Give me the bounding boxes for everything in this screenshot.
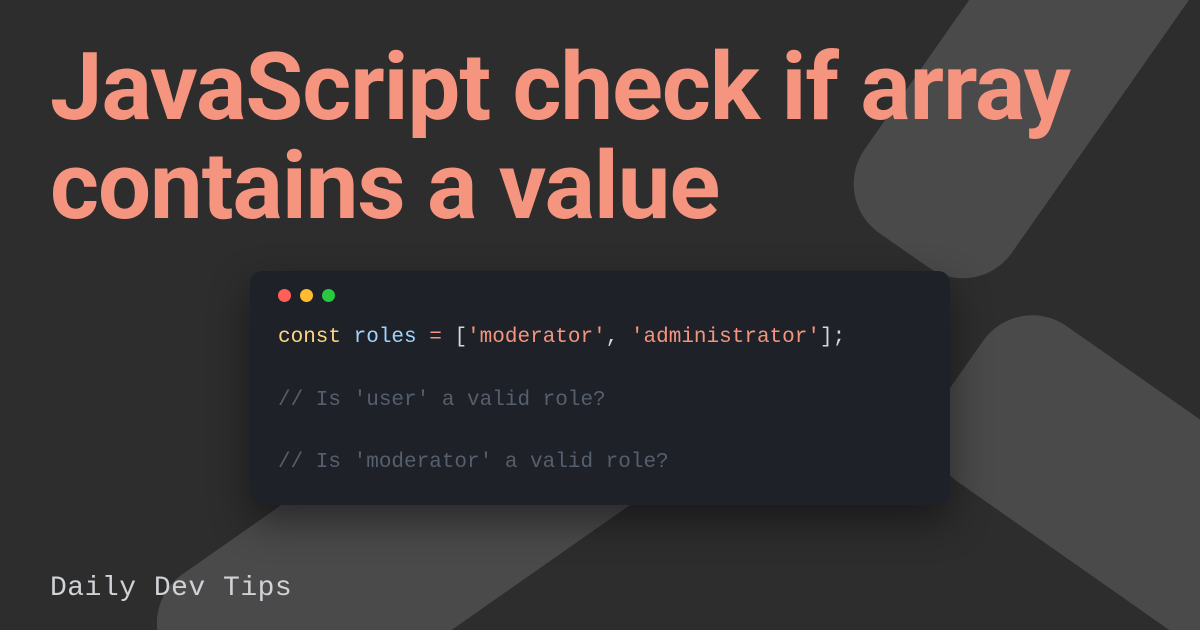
code-token-keyword: const	[278, 326, 341, 349]
code-token-punct: ,	[606, 326, 619, 349]
code-token-space	[618, 326, 631, 349]
blank-line	[278, 416, 922, 447]
blank-line	[278, 354, 922, 385]
minimize-icon	[300, 289, 313, 302]
window-controls	[278, 289, 922, 302]
article-title: JavaScript check if array contains a val…	[0, 0, 1200, 235]
bg-shape	[908, 292, 1200, 630]
code-token-comment: // Is 'moderator' a valid role?	[278, 451, 669, 474]
code-token-string: 'moderator'	[467, 326, 606, 349]
code-token-space	[442, 326, 455, 349]
code-block: const roles = ['moderator', 'administrat…	[278, 322, 922, 479]
code-token-string: 'administrator'	[631, 326, 820, 349]
code-token-space	[417, 326, 430, 349]
code-token-comment: // Is 'user' a valid role?	[278, 389, 606, 412]
code-token-variable: roles	[354, 326, 417, 349]
code-token-punct: ]	[820, 326, 833, 349]
code-token-space	[341, 326, 354, 349]
site-name: Daily Dev Tips	[50, 573, 292, 604]
code-window: const roles = ['moderator', 'administrat…	[250, 271, 950, 505]
code-token-punct: ;	[833, 326, 846, 349]
close-icon	[278, 289, 291, 302]
code-token-operator: =	[429, 326, 442, 349]
code-token-punct: [	[454, 326, 467, 349]
maximize-icon	[322, 289, 335, 302]
